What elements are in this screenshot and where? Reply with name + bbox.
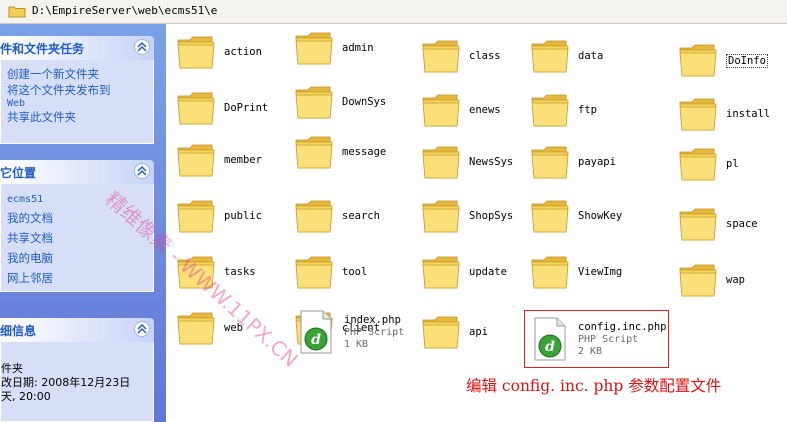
file-name: index.php	[344, 314, 401, 326]
annotation-text: 编辑 config. inc. php 参数配置文件	[466, 377, 722, 395]
folder-icon	[679, 208, 717, 241]
other-places-header[interactable]: 它位置	[0, 160, 154, 184]
file-type: PHP Script	[344, 327, 405, 338]
detail-type: 件夹	[1, 362, 23, 375]
folder-icon	[295, 86, 333, 119]
collapse-icon[interactable]	[134, 39, 150, 55]
create-folder-link[interactable]: 创建一个新文件夹	[7, 66, 153, 82]
collapse-icon[interactable]	[134, 163, 150, 179]
place-link-my-computer[interactable]: 我的电脑	[7, 248, 153, 268]
folder-icon	[679, 44, 717, 77]
folder-name: ftp	[578, 104, 597, 116]
folder-icon	[295, 200, 333, 233]
folder-icon	[295, 256, 333, 289]
place-link-network[interactable]: 网上邻居	[7, 268, 153, 288]
folder-name: pl	[726, 158, 739, 170]
folder-icon	[531, 94, 569, 127]
folder-icon	[422, 146, 460, 179]
folder-name: tasks	[224, 266, 256, 278]
address-path: D:\EmpireServer\web\ecms51\e	[32, 4, 218, 17]
folder-name: public	[224, 210, 262, 222]
folder-name: wap	[726, 274, 745, 286]
folder-name: ShowKey	[578, 210, 623, 222]
folder-name: space	[726, 218, 758, 230]
folder-icon	[422, 94, 460, 127]
folder-icon	[422, 40, 460, 73]
folder-name: ViewImg	[578, 266, 623, 278]
folder-name: ShopSys	[469, 210, 514, 222]
folder-name: NewsSys	[469, 156, 514, 168]
folder-icon	[422, 256, 460, 289]
file-size: 1 KB	[344, 339, 369, 350]
folder-name: data	[578, 50, 604, 62]
folder-name: member	[224, 154, 262, 166]
folder-name: message	[342, 146, 387, 158]
folder-icon	[422, 200, 460, 233]
folder-name: update	[469, 266, 507, 278]
folder-icon	[177, 92, 215, 125]
panel-title: 细信息	[0, 324, 37, 338]
folder-icon	[177, 200, 215, 233]
folder-icon	[531, 146, 569, 179]
folder-icon	[531, 256, 569, 289]
detail-time: 天, 20:00	[1, 390, 51, 403]
folder-icon	[531, 40, 569, 73]
folder-name: DoPrint	[224, 102, 269, 114]
share-folder-link[interactable]: 共享此文件夹	[7, 109, 153, 125]
publish-web-link-cont[interactable]: Web	[7, 98, 153, 109]
folder-icon	[295, 136, 333, 169]
details-panel: 细信息 件夹 改日期: 2008年12月23日 天, 20:00	[0, 318, 154, 422]
details-header[interactable]: 细信息	[0, 318, 154, 342]
address-bar[interactable]: D:\EmpireServer\web\ecms51\e	[0, 0, 787, 24]
file-tasks-panel: 件和文件夹任务 创建一个新文件夹 将这个文件夹发布到 Web 共享此文件夹	[0, 36, 154, 144]
folder-name: DownSys	[342, 96, 387, 108]
folder-name: admin	[342, 42, 374, 54]
file-view[interactable]: action admin class data DoInfo DoPrint DownSys…	[166, 24, 787, 422]
folder-icon	[679, 148, 717, 181]
folder-name: class	[469, 50, 501, 62]
folder-icon	[177, 144, 215, 177]
detail-modified: 改日期: 2008年12月23日	[1, 376, 131, 389]
highlight-box	[524, 310, 669, 368]
folder-icon	[177, 36, 215, 69]
panel-title: 件和文件夹任务	[0, 42, 85, 56]
folder-name: api	[469, 326, 488, 338]
php-script-icon: d	[300, 310, 332, 354]
folder-name: enews	[469, 104, 501, 116]
folder-icon	[531, 200, 569, 233]
folder-name: action	[224, 46, 262, 58]
folder-icon	[295, 32, 333, 65]
file-tasks-header[interactable]: 件和文件夹任务	[0, 36, 154, 60]
publish-web-link[interactable]: 将这个文件夹发布到	[7, 82, 153, 98]
collapse-icon[interactable]	[134, 321, 150, 337]
folder-icon	[422, 316, 460, 349]
svg-text:d: d	[311, 332, 321, 348]
folder-icon	[177, 312, 215, 345]
folder-icon	[8, 6, 26, 18]
folder-name: payapi	[578, 156, 616, 168]
panel-title: 它位置	[0, 166, 37, 180]
folder-name: tool	[342, 266, 368, 278]
folder-icon	[679, 98, 717, 131]
folder-icon	[679, 264, 717, 297]
folder-name: DoInfo	[726, 54, 768, 68]
folder-name: search	[342, 210, 380, 222]
folder-name: install	[726, 108, 771, 120]
